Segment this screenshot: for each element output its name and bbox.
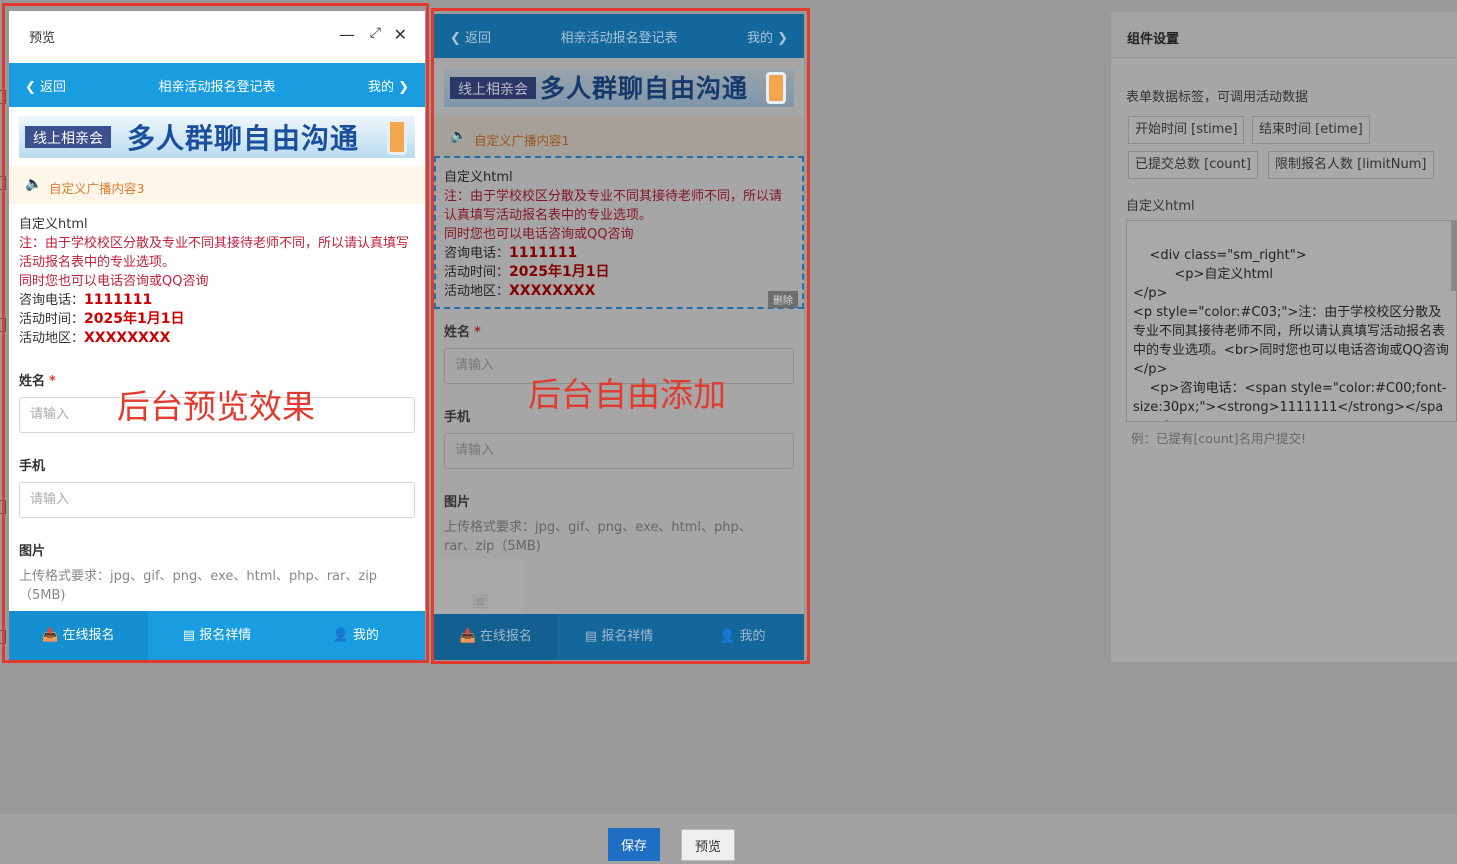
preview-highlight-frame <box>2 3 429 663</box>
tag-count[interactable]: 已提交总数 [count] <box>1128 151 1258 179</box>
editor-scrollbar[interactable] <box>1451 221 1456 291</box>
save-button[interactable]: 保存 <box>608 828 660 861</box>
example-text: 例：已提有[count]名用户提交! <box>1131 431 1307 446</box>
preview-button[interactable]: 预览 <box>681 829 735 861</box>
component-settings-panel: 组件设置 表单数据标签，可调用活动数据 开始时间 [stime] 结束时间 [e… <box>1111 12 1457 662</box>
editor-overlay-caption: 后台自由添加 <box>528 375 726 414</box>
tag-etime[interactable]: 结束时间 [etime] <box>1252 116 1370 144</box>
custom-html-editor[interactable]: <div class="sm_right"> <p>自定义html </p> <… <box>1126 220 1457 422</box>
custom-html-label: 自定义html <box>1126 199 1195 214</box>
tag-limitnum[interactable]: 限制报名人数 [limitNum] <box>1268 151 1434 179</box>
preview-overlay-caption: 后台预览效果 <box>117 387 315 426</box>
editor-highlight-frame <box>431 8 810 664</box>
settings-title: 组件设置 <box>1111 12 1457 58</box>
settings-hint: 表单数据标签，可调用活动数据 <box>1126 90 1309 105</box>
tag-stime[interactable]: 开始时间 [stime] <box>1128 116 1245 144</box>
code-text: <div class="sm_right"> <p>自定义html </p> <… <box>1133 248 1449 421</box>
